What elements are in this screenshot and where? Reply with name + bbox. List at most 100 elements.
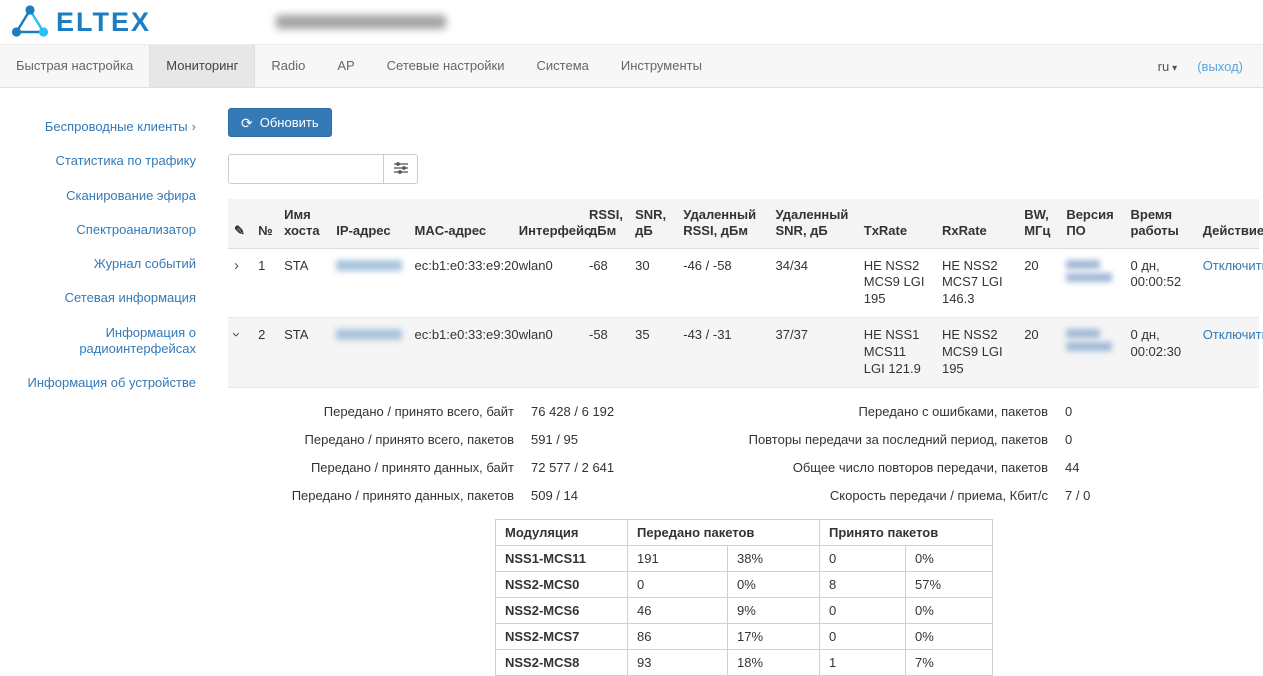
client-rssi: -58 — [583, 318, 629, 388]
sidebar-item-wireless-clients[interactable]: Беспроводные клиенты› — [0, 110, 212, 144]
expand-row-icon[interactable]: › — [234, 258, 239, 273]
tab-radio[interactable]: Radio — [255, 45, 321, 87]
stat-label: Передано / принято данных, пакетов — [228, 488, 514, 503]
stat-label: Передано / принято данных, байт — [228, 460, 514, 475]
sidebar-item-air-scan[interactable]: Сканирование эфира — [0, 179, 212, 213]
filter-sliders-icon — [394, 162, 408, 177]
col-mac: MAC-адрес — [408, 199, 512, 248]
client-uptime: 0 дн, 00:00:52 — [1124, 248, 1196, 318]
stat-value: 44 — [1065, 460, 1259, 475]
filter-button[interactable] — [384, 154, 418, 184]
client-txrate: HE NSS2 MCS9 LGI 195 — [858, 248, 936, 318]
collapse-row-icon[interactable]: › — [229, 332, 244, 337]
mod-rx-pct: 0% — [906, 597, 993, 623]
sidebar-item-radio-interfaces-info[interactable]: Информация о радиоинтерфейсах — [0, 316, 212, 367]
sidebar-item-event-log[interactable]: Журнал событий — [0, 247, 212, 281]
client-hostname: STA — [278, 248, 330, 318]
redacted-client-ip[interactable] — [336, 260, 402, 271]
disconnect-link[interactable]: Отключить — [1203, 258, 1263, 273]
nav-right: ru▾ (выход) — [1158, 45, 1263, 87]
clients-table-header-row: ✎ № Имя хоста IP-адрес MAC-адрес Интерфе… — [228, 199, 1259, 248]
table-row: › 1 STA ec:b1:e0:33:e9:20 wlan0 -68 30 -… — [228, 248, 1259, 318]
stat-value: 0 — [1065, 404, 1259, 419]
chevron-right-icon: › — [192, 119, 196, 134]
client-remote-rssi: -46 / -58 — [677, 248, 769, 318]
refresh-icon: ⟳ — [241, 116, 253, 130]
client-stats: Передано / принято всего, байт 76 428 / … — [228, 404, 1259, 503]
stat-label: Передано / принято всего, пакетов — [228, 432, 514, 447]
stat-value: 72 577 / 2 641 — [531, 460, 701, 475]
tab-tools[interactable]: Инструменты — [605, 45, 718, 87]
mod-rx-count: 0 — [820, 623, 906, 649]
modulation-row: NSS2-MCS8 93 18% 1 7% — [496, 649, 993, 675]
col-uptime: Время работы — [1124, 199, 1196, 248]
tab-ap[interactable]: AP — [321, 45, 370, 87]
sidebar-item-network-info[interactable]: Сетевая информация — [0, 281, 212, 315]
mod-name: NSS2-MCS6 — [496, 597, 628, 623]
mod-name: NSS2-MCS8 — [496, 649, 628, 675]
col-interface: Интерфейс — [513, 199, 583, 248]
mod-tx-count: 46 — [628, 597, 728, 623]
tab-system[interactable]: Система — [521, 45, 605, 87]
client-interface: wlan0 — [513, 318, 583, 388]
redacted-client-firmware — [1066, 342, 1112, 351]
stat-value: 7 / 0 — [1065, 488, 1259, 503]
client-num: 1 — [252, 248, 278, 318]
mod-tx-pct: 38% — [728, 545, 820, 571]
mod-tx-pct: 0% — [728, 571, 820, 597]
mod-tx-pct: 18% — [728, 649, 820, 675]
client-mac: ec:b1:e0:33:e9:20 — [408, 248, 512, 318]
col-rssi: RSSI, дБм — [583, 199, 629, 248]
mod-name: NSS1-MCS11 — [496, 545, 628, 571]
stat-label: Повторы передачи за последний период, па… — [718, 432, 1048, 447]
mod-rx-pct: 7% — [906, 649, 993, 675]
col-action: Действие — [1197, 199, 1259, 248]
client-mac: ec:b1:e0:33:e9:30 — [408, 318, 512, 388]
search-group — [228, 154, 1259, 184]
col-ip: IP-адрес — [330, 199, 408, 248]
sidebar-item-traffic-stats[interactable]: Статистика по трафику — [0, 144, 212, 178]
tab-network-settings[interactable]: Сетевые настройки — [371, 45, 521, 87]
sidebar-item-spectrum-analyzer[interactable]: Спектроанализатор — [0, 213, 212, 247]
caret-down-icon: ▾ — [1172, 63, 1177, 74]
client-remote-rssi: -43 / -31 — [677, 318, 769, 388]
disconnect-link[interactable]: Отключить — [1203, 327, 1263, 342]
top-header: ELTEX — [0, 0, 1263, 44]
mod-tx-pct: 17% — [728, 623, 820, 649]
client-uptime: 0 дн, 00:02:30 — [1124, 318, 1196, 388]
client-snr: 30 — [629, 248, 677, 318]
stat-value: 0 — [1065, 432, 1259, 447]
tab-quick-setup[interactable]: Быстрая настройка — [0, 45, 149, 87]
redacted-client-firmware — [1066, 260, 1100, 269]
mod-col-rx: Принято пакетов — [820, 519, 993, 545]
mod-rx-pct: 57% — [906, 571, 993, 597]
modulation-header-row: Модуляция Передано пакетов Принято пакет… — [496, 519, 993, 545]
stat-value: 76 428 / 6 192 — [531, 404, 701, 419]
mod-tx-count: 86 — [628, 623, 728, 649]
search-input[interactable] — [228, 154, 384, 184]
col-rxrate: RxRate — [936, 199, 1018, 248]
table-row: › 2 STA ec:b1:e0:33:e9:30 wlan0 -58 35 -… — [228, 318, 1259, 388]
edit-columns-icon[interactable]: ✎ — [234, 223, 245, 238]
mod-rx-pct: 0% — [906, 623, 993, 649]
client-num: 2 — [252, 318, 278, 388]
refresh-button[interactable]: ⟳ Обновить — [228, 108, 332, 137]
sidebar-item-device-info[interactable]: Информация об устройстве — [0, 366, 212, 400]
stat-label: Передано с ошибками, пакетов — [718, 404, 1048, 419]
modulation-row: NSS2-MCS6 46 9% 0 0% — [496, 597, 993, 623]
tab-monitoring[interactable]: Мониторинг — [149, 45, 255, 87]
stat-value: 509 / 14 — [531, 488, 701, 503]
mod-tx-count: 0 — [628, 571, 728, 597]
modulation-row: NSS2-MCS7 86 17% 0 0% — [496, 623, 993, 649]
brand-name: ELTEX — [56, 7, 151, 38]
language-selector[interactable]: ru▾ — [1158, 59, 1178, 74]
modulation-table: Модуляция Передано пакетов Принято пакет… — [495, 519, 993, 676]
logout-link[interactable]: (выход) — [1197, 59, 1243, 74]
mod-col-modulation: Модуляция — [496, 519, 628, 545]
mod-name: NSS2-MCS7 — [496, 623, 628, 649]
col-hostname: Имя хоста — [278, 199, 330, 248]
redacted-client-ip[interactable] — [336, 329, 402, 340]
client-rxrate: HE NSS2 MCS9 LGI 195 — [936, 318, 1018, 388]
client-bw: 20 — [1018, 248, 1060, 318]
client-rssi: -68 — [583, 248, 629, 318]
